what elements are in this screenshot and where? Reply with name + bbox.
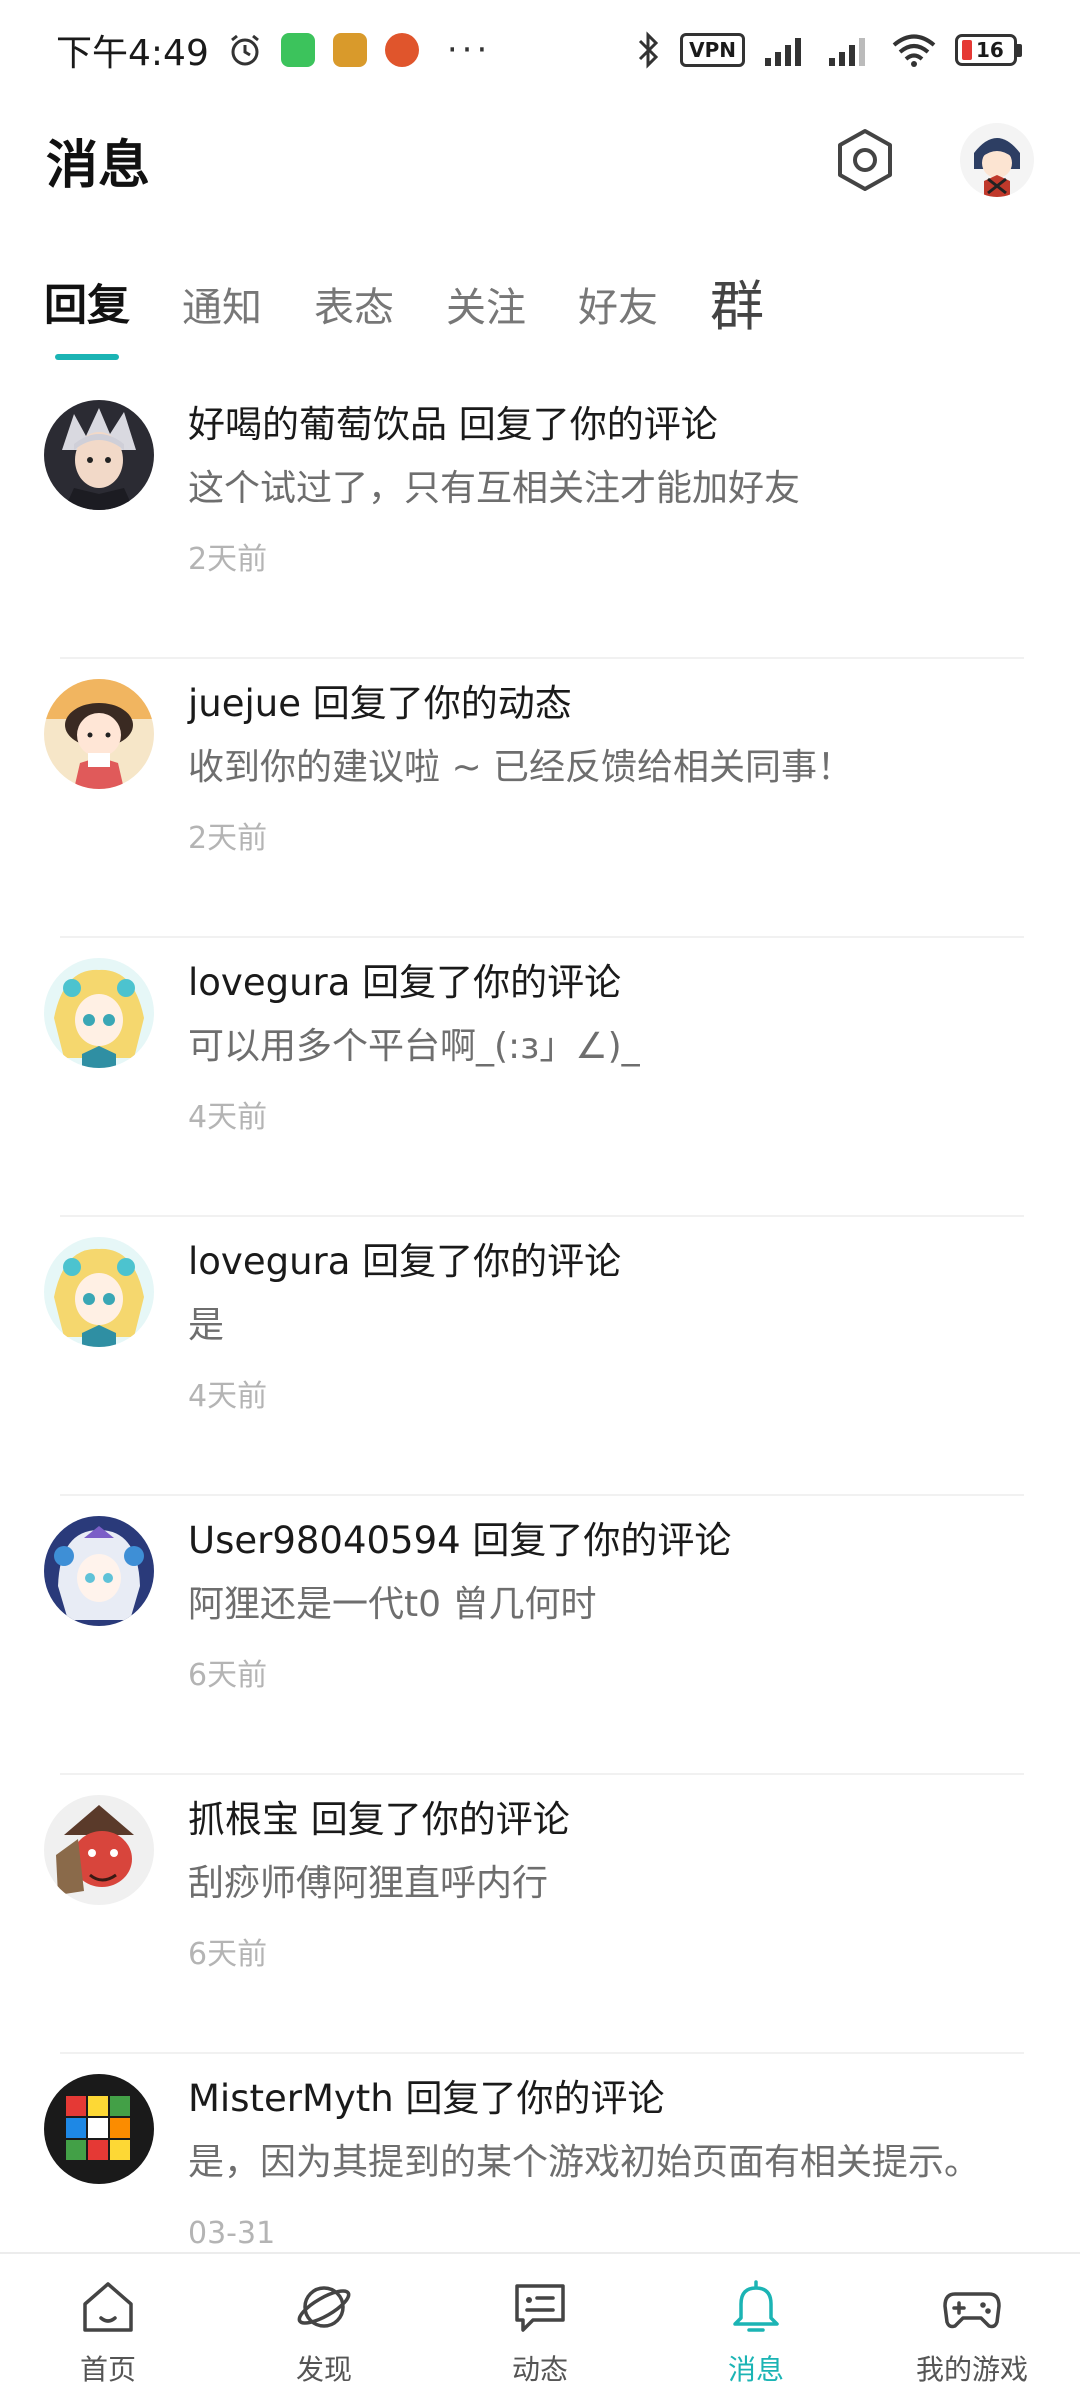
message-tabs: 回复 通知 表态 关注 好友 群 <box>0 250 1080 360</box>
tab-reaction[interactable]: 表态 <box>314 288 394 360</box>
message-item[interactable]: 抓根宝 回复了你的评论 刮痧师傅阿狸直呼内行 6天前 <box>0 1775 1080 2054</box>
message-time: 4天前 <box>188 1100 268 1135</box>
message-title: juejue 回复了你的动态 <box>188 682 572 725</box>
message-item[interactable]: juejue 回复了你的动态 收到你的建议啦 ~ 已经反馈给相关同事！ 2天前 <box>0 659 1080 938</box>
message-item[interactable]: 好喝的葡萄饮品 回复了你的评论 这个试过了，只有互相关注才能加好友 2天前 <box>0 380 1080 659</box>
message-title: lovegura 回复了你的评论 <box>188 1240 622 1283</box>
battery-level-bar <box>962 40 972 60</box>
signal-hd-icon <box>765 38 801 66</box>
message-list: 好喝的葡萄饮品 回复了你的评论 这个试过了，只有互相关注才能加好友 2天前 ju… <box>0 380 1080 2333</box>
taobao-app-icon <box>384 33 419 67</box>
battery-text: 16 <box>976 38 1004 62</box>
discover-icon <box>297 2286 351 2328</box>
shop-app-icon <box>332 33 367 67</box>
sender-avatar[interactable] <box>44 400 154 510</box>
settings-hexagon-icon <box>838 129 892 191</box>
message-time: 03-31 <box>188 2216 276 2251</box>
nav-discover[interactable]: 发现 <box>239 2254 409 2388</box>
message-title: 抓根宝 回复了你的评论 <box>188 1798 570 1841</box>
wechat-app-icon <box>280 33 315 67</box>
message-title: MisterMyth 回复了你的评论 <box>188 2077 665 2120</box>
message-time: 2天前 <box>188 542 268 577</box>
nav-home[interactable]: 首页 <box>23 2254 193 2388</box>
sender-avatar[interactable] <box>44 2074 154 2184</box>
sender-avatar[interactable] <box>44 679 154 789</box>
message-body: 刮痧师傅阿狸直呼内行 <box>188 1863 549 1904</box>
message-body: 可以用多个平台啊_(:з」∠)_ <box>188 1026 640 1067</box>
message-title: lovegura 回复了你的评论 <box>188 961 622 1004</box>
message-body: 这个试过了，只有互相关注才能加好友 <box>188 468 801 509</box>
page-header: 消息 <box>0 100 1080 220</box>
alarm-icon <box>230 34 259 66</box>
battery-indicator: 16 <box>955 34 1022 66</box>
message-body: 是，因为其提到的某个游戏初始页面有相关提示。 <box>188 2142 981 2183</box>
sender-avatar[interactable] <box>44 1795 154 1905</box>
avatar-silver-anime <box>44 1516 154 1626</box>
sender-avatar[interactable] <box>44 1516 154 1626</box>
message-time: 6天前 <box>188 1658 268 1693</box>
message-body: 是 <box>188 1305 225 1346</box>
avatar-cartoon-girl <box>44 679 154 789</box>
nav-feed[interactable]: 动态 <box>455 2254 625 2388</box>
bluetooth-icon <box>639 31 659 69</box>
settings-button[interactable] <box>832 127 898 193</box>
tab-reply[interactable]: 回复 <box>44 285 130 360</box>
tab-follow[interactable]: 关注 <box>446 288 526 360</box>
home-icon <box>83 2282 133 2332</box>
message-time: 2天前 <box>188 821 268 856</box>
message-body: 阿狸还是一代t0 曾几何时 <box>188 1584 597 1625</box>
message-time: 4天前 <box>188 1379 268 1414</box>
feed-icon <box>515 2284 565 2332</box>
message-item[interactable]: lovegura 回复了你的评论 可以用多个平台啊_(:з」∠)_ 4天前 <box>0 938 1080 1217</box>
user-avatar[interactable] <box>960 123 1034 197</box>
nav-label: 发现 <box>295 2353 352 2386</box>
message-time: 6天前 <box>188 1937 268 1972</box>
tab-group[interactable]: 群 <box>710 280 764 360</box>
nav-label: 首页 <box>79 2353 136 2386</box>
nav-label: 动态 <box>511 2353 568 2386</box>
nav-messages[interactable]: 消息 <box>671 2254 841 2388</box>
nav-label: 消息 <box>727 2353 784 2386</box>
wifi-icon <box>892 34 936 67</box>
vpn-badge: VPN <box>680 33 745 67</box>
signal-icon <box>829 38 865 66</box>
message-title: User98040594 回复了你的评论 <box>188 1519 732 1562</box>
status-bar: 下午4:49 ··· VPN 16 <box>0 0 1080 100</box>
avatar-rubiks-cube <box>44 2074 154 2184</box>
sender-avatar[interactable] <box>44 958 154 1068</box>
nav-my-games[interactable]: 我的游戏 <box>887 2254 1057 2388</box>
message-item[interactable]: lovegura 回复了你的评论 是 4天前 <box>0 1217 1080 1496</box>
message-item[interactable]: User98040594 回复了你的评论 阿狸还是一代t0 曾几何时 6天前 <box>0 1496 1080 1775</box>
message-title: 好喝的葡萄饮品 回复了你的评论 <box>188 403 718 446</box>
gamepad-icon <box>943 2292 1001 2329</box>
user-avatar-image <box>960 123 1034 197</box>
bell-icon <box>733 2280 779 2332</box>
nav-label: 我的游戏 <box>915 2353 1028 2386</box>
more-notifications-icon: ··· <box>446 30 492 70</box>
avatar-red-mask <box>44 1795 154 1905</box>
sender-avatar[interactable] <box>44 1237 154 1347</box>
bottom-nav: 首页 发现 动态 消息 我的游戏 <box>0 2252 1080 2400</box>
avatar-blonde-anime <box>44 1237 154 1347</box>
page-title: 消息 <box>46 135 151 196</box>
tab-friends[interactable]: 好友 <box>578 288 658 360</box>
avatar-white-hair <box>44 400 154 510</box>
tab-notice[interactable]: 通知 <box>182 288 262 360</box>
status-time: 下午4:49 <box>56 33 209 74</box>
avatar-blonde-anime <box>44 958 154 1068</box>
message-body: 收到你的建议啦 ~ 已经反馈给相关同事！ <box>188 747 854 788</box>
